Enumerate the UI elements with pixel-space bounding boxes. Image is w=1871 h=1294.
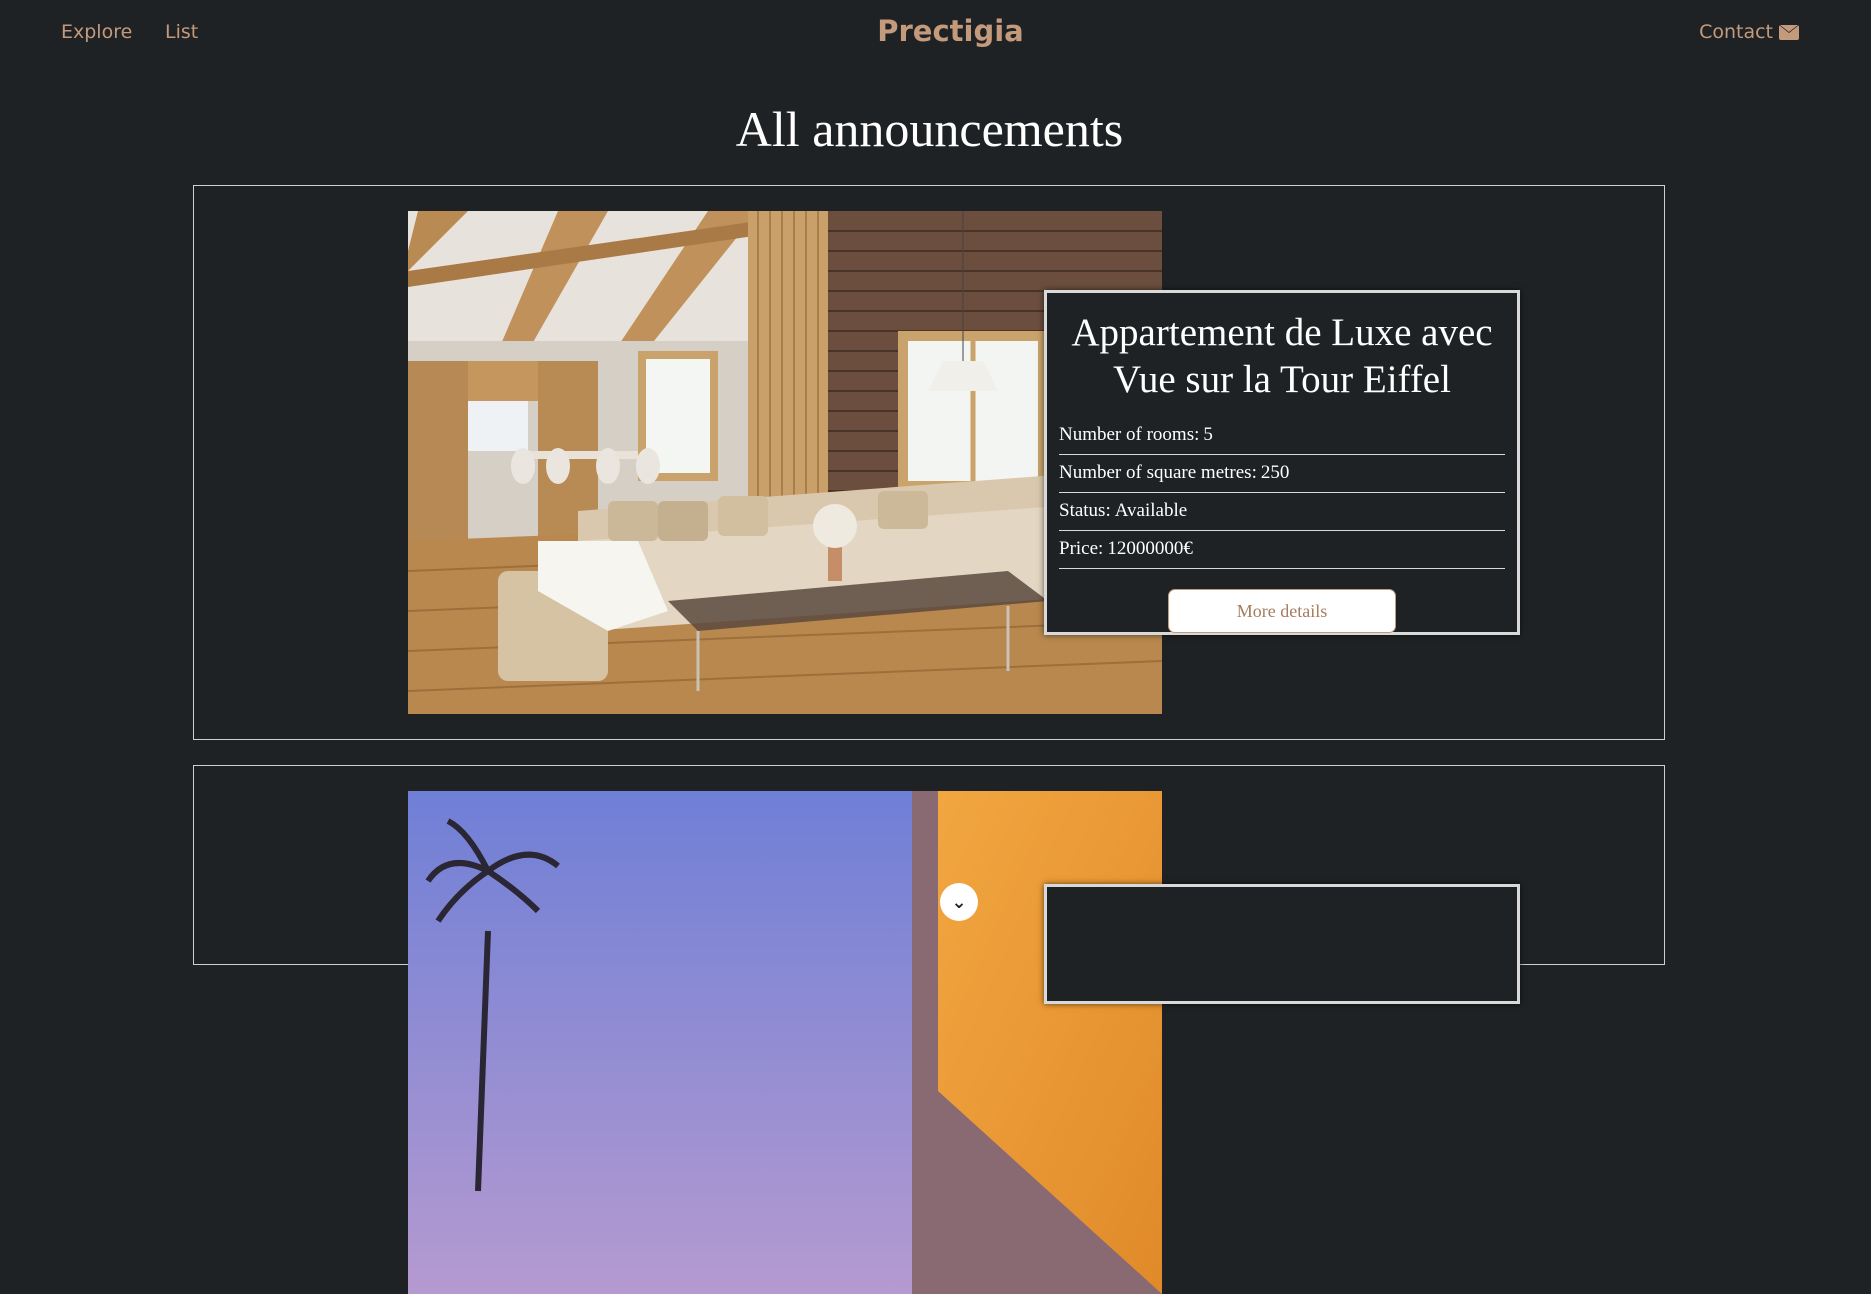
- announcement-card: ⌄: [193, 765, 1665, 1294]
- announcement-card: Appartement de Luxe avec Vue sur la Tour…: [193, 185, 1665, 740]
- rooms-label: Number of rooms:: [1059, 424, 1200, 445]
- status-label: Status:: [1059, 500, 1111, 521]
- rooms-row: Number of rooms: 5: [1059, 417, 1505, 455]
- rooms-value: 5: [1203, 424, 1213, 445]
- price-value: 12000000€: [1107, 538, 1193, 559]
- price-label: Price:: [1059, 538, 1104, 559]
- nav-contact-link[interactable]: Contact: [1699, 21, 1799, 43]
- top-navbar: Explore List Prectigia Contact: [0, 0, 1871, 68]
- announcement-info-box: [1044, 884, 1520, 1004]
- page-title: All announcements: [735, 101, 1124, 157]
- announcement-info-box: Appartement de Luxe avec Vue sur la Tour…: [1044, 290, 1520, 635]
- area-row: Number of square metres: 250: [1059, 455, 1505, 493]
- price-row: Price: 12000000€: [1059, 531, 1505, 569]
- status-row: Status: Available: [1059, 493, 1505, 531]
- contact-label: Contact: [1699, 21, 1773, 43]
- more-details-button[interactable]: More details: [1168, 589, 1396, 633]
- status-value: Available: [1114, 500, 1188, 521]
- chevron-down-icon[interactable]: ⌄: [940, 883, 978, 921]
- envelope-icon: [1779, 24, 1799, 40]
- brand-logo[interactable]: Prectigia: [0, 14, 1871, 48]
- announcement-photo[interactable]: [408, 791, 1162, 1294]
- announcement-title: Appartement de Luxe avec Vue sur la Tour…: [1071, 311, 1493, 401]
- area-label: Number of square metres:: [1059, 462, 1257, 483]
- area-value: 250: [1260, 462, 1290, 483]
